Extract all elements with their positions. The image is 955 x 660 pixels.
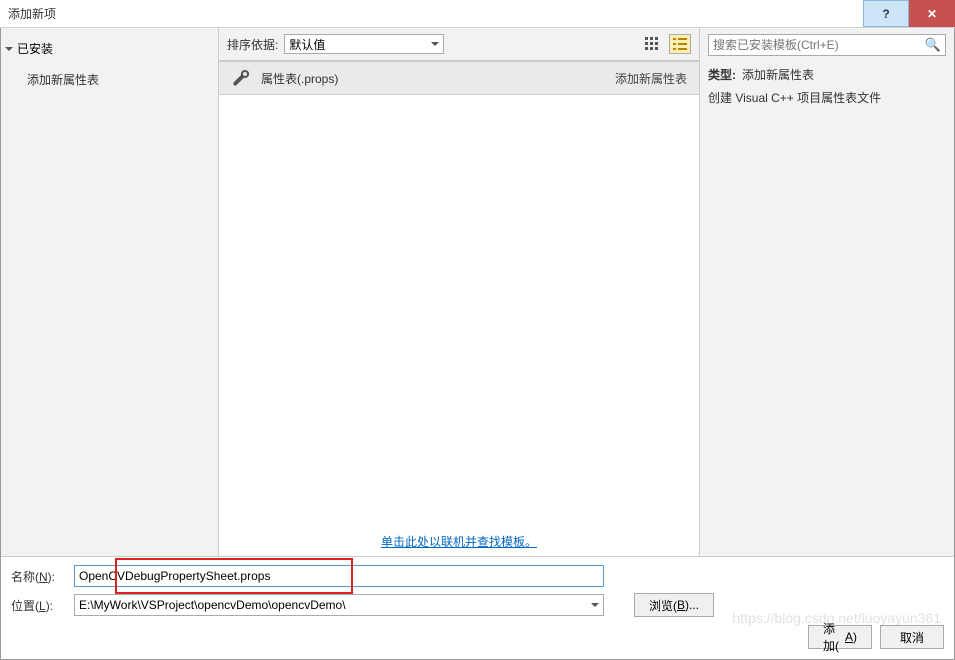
templates-list: 属性表(.props) 添加新属性表 单击此处以联机并查找模板。 <box>219 61 699 556</box>
template-category: 添加新属性表 <box>615 70 687 87</box>
title-controls: ? ✕ <box>863 0 955 27</box>
wrench-icon <box>231 68 251 88</box>
name-row: 名称(N): <box>11 565 944 587</box>
titlebar: 添加新项 ? ✕ <box>0 0 955 28</box>
sort-value: 默认值 <box>289 36 325 53</box>
cancel-button[interactable]: 取消 <box>880 625 944 649</box>
window-title: 添加新项 <box>8 5 56 22</box>
name-label: 名称(N): <box>11 568 66 585</box>
view-list-button[interactable] <box>669 34 691 54</box>
location-combo[interactable]: E:\MyWork\VSProject\opencvDemo\opencvDem… <box>74 594 604 616</box>
description: 创建 Visual C++ 项目属性表文件 <box>708 89 946 106</box>
sort-row: 排序依据: 默认值 <box>219 28 699 61</box>
list-icon <box>673 37 687 51</box>
installed-header[interactable]: 已安装 <box>5 36 214 61</box>
help-button[interactable]: ? <box>863 0 909 27</box>
left-pane: 已安装 添加新属性表 <box>1 28 219 556</box>
template-name: 属性表(.props) <box>261 70 338 87</box>
location-label: 位置(L): <box>11 597 66 614</box>
main-area: 已安装 添加新属性表 排序依据: 默认值 <box>1 28 954 556</box>
type-value: 添加新属性表 <box>742 66 814 83</box>
type-line: 类型: 添加新属性表 <box>708 66 946 83</box>
search-input[interactable] <box>713 38 925 52</box>
location-row: 位置(L): E:\MyWork\VSProject\opencvDemo\op… <box>11 593 944 617</box>
browse-button[interactable]: 浏览(B)... <box>634 593 714 617</box>
dialog-buttons: 添加(A) 取消 <box>11 625 944 649</box>
type-label: 类型: <box>708 66 736 83</box>
close-button[interactable]: ✕ <box>909 0 955 27</box>
grid-icon <box>645 37 659 51</box>
sort-label: 排序依据: <box>227 36 278 53</box>
add-button[interactable]: 添加(A) <box>808 625 872 649</box>
online-search-link[interactable]: 单击此处以联机并查找模板。 <box>219 533 699 550</box>
installed-label: 已安装 <box>17 40 53 57</box>
search-icon[interactable]: 🔍 <box>925 37 941 53</box>
bottom-area: 名称(N): 位置(L): E:\MyWork\VSProject\opencv… <box>1 556 954 659</box>
search-input-wrap[interactable]: 🔍 <box>708 34 946 56</box>
name-input[interactable] <box>74 565 604 587</box>
right-pane: 🔍 类型: 添加新属性表 创建 Visual C++ 项目属性表文件 <box>700 28 954 556</box>
chevron-down-icon <box>591 603 599 607</box>
view-medium-icons-button[interactable] <box>641 34 663 54</box>
sidebar-item-add-property-sheet[interactable]: 添加新属性表 <box>5 67 214 92</box>
location-value: E:\MyWork\VSProject\opencvDemo\opencvDem… <box>79 598 346 612</box>
template-row[interactable]: 属性表(.props) 添加新属性表 <box>219 61 699 95</box>
chevron-down-icon <box>5 47 13 51</box>
dialog-body: 已安装 添加新属性表 排序依据: 默认值 <box>0 28 955 660</box>
chevron-down-icon <box>431 42 439 46</box>
center-pane: 排序依据: 默认值 属性表(.props) 添加新属性表 <box>219 28 700 556</box>
sort-combo[interactable]: 默认值 <box>284 34 444 54</box>
